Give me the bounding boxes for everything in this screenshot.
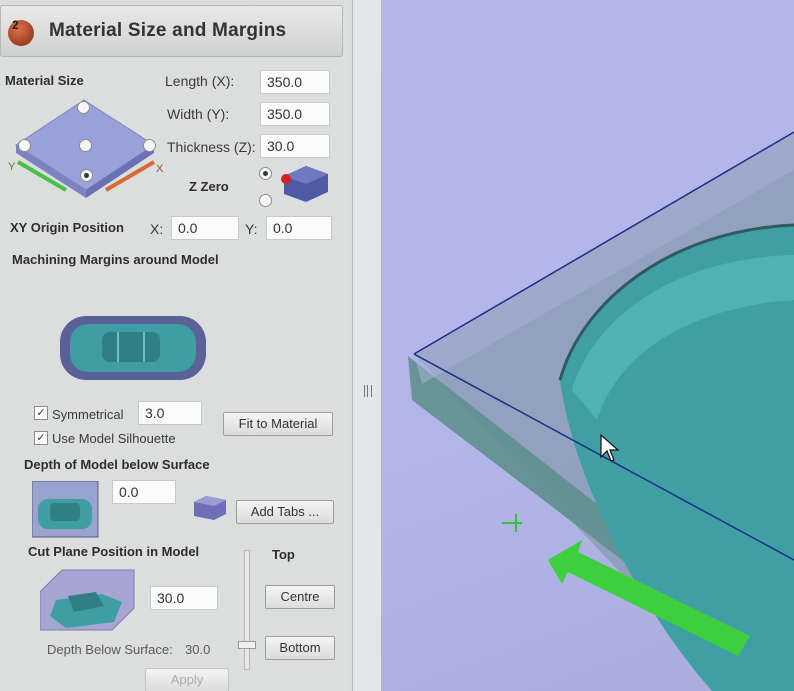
cut-plane-diagram bbox=[40, 569, 135, 631]
cut-plane-slider[interactable] bbox=[244, 550, 250, 670]
origin-y-label: Y: bbox=[245, 221, 258, 237]
add-tabs-button[interactable]: Add Tabs ... bbox=[236, 500, 334, 524]
centre-button[interactable]: Centre bbox=[265, 585, 335, 609]
depth-below-surface-value: 30.0 bbox=[185, 642, 211, 657]
width-label: Width (Y): bbox=[167, 106, 230, 122]
axis-y-label: Y bbox=[8, 161, 16, 173]
origin-radio-left[interactable] bbox=[18, 139, 31, 152]
depth-below-surface-label: Depth Below Surface: bbox=[47, 642, 173, 657]
thickness-input[interactable]: 30.0 bbox=[260, 134, 330, 158]
origin-radio-right[interactable] bbox=[143, 139, 156, 152]
cut-plane-slider-handle[interactable] bbox=[238, 641, 256, 649]
symmetrical-label: Symmetrical bbox=[52, 407, 124, 422]
z-zero-bottom-radio[interactable] bbox=[259, 194, 272, 207]
z-zero-top-radio[interactable] bbox=[259, 167, 272, 180]
cut-plane-label: Cut Plane Position in Model bbox=[28, 544, 200, 559]
material-settings-panel: 2 Material Size and Margins Material Siz… bbox=[0, 0, 350, 691]
symmetrical-checkbox[interactable]: ✓ bbox=[34, 406, 48, 420]
depth-diagram bbox=[32, 481, 99, 538]
model-silhouette-preview bbox=[60, 316, 206, 380]
margin-input[interactable]: 3.0 bbox=[138, 401, 202, 425]
cut-plane-top-label: Top bbox=[272, 547, 295, 562]
z-zero-block-icon bbox=[281, 166, 328, 202]
step-number: 2 bbox=[12, 18, 19, 32]
material-block-render bbox=[408, 131, 794, 691]
step-badge: 2 bbox=[8, 18, 34, 46]
length-label: Length (X): bbox=[165, 73, 235, 89]
splitter-grip[interactable] bbox=[364, 385, 372, 397]
xy-origin-label: XY Origin Position bbox=[10, 220, 124, 235]
bottom-button[interactable]: Bottom bbox=[265, 636, 335, 660]
origin-radio-centre[interactable] bbox=[79, 139, 92, 152]
use-silhouette-checkbox[interactable]: ✓ bbox=[34, 431, 48, 445]
axis-x-label: X bbox=[156, 163, 164, 175]
3d-viewport[interactable] bbox=[382, 0, 794, 691]
panel-splitter[interactable] bbox=[352, 0, 382, 691]
origin-radio-front[interactable] bbox=[80, 169, 93, 182]
margins-label: Machining Margins around Model bbox=[12, 252, 219, 267]
width-input[interactable]: 350.0 bbox=[260, 102, 330, 126]
use-silhouette-label: Use Model Silhouette bbox=[52, 431, 176, 446]
origin-x-label: X: bbox=[150, 221, 164, 237]
origin-x-input[interactable]: 0.0 bbox=[171, 216, 239, 240]
panel-title: Material Size and Margins bbox=[49, 20, 287, 41]
mouse-cursor-icon bbox=[600, 434, 620, 462]
depth-input[interactable]: 0.0 bbox=[112, 480, 176, 504]
cut-plane-input[interactable]: 30.0 bbox=[150, 586, 218, 610]
thickness-label: Thickness (Z): bbox=[167, 139, 256, 155]
z-zero-label: Z Zero bbox=[189, 179, 229, 194]
tab-icon bbox=[194, 496, 226, 520]
length-input[interactable]: 350.0 bbox=[260, 70, 330, 94]
apply-button[interactable]: Apply bbox=[145, 668, 229, 691]
panel-header[interactable]: 2 Material Size and Margins bbox=[0, 5, 343, 57]
origin-radio-back[interactable] bbox=[77, 101, 90, 114]
depth-label: Depth of Model below Surface bbox=[24, 457, 210, 472]
material-size-label: Material Size bbox=[5, 73, 84, 88]
fit-to-material-button[interactable]: Fit to Material bbox=[223, 412, 333, 436]
origin-y-input[interactable]: 0.0 bbox=[266, 216, 332, 240]
